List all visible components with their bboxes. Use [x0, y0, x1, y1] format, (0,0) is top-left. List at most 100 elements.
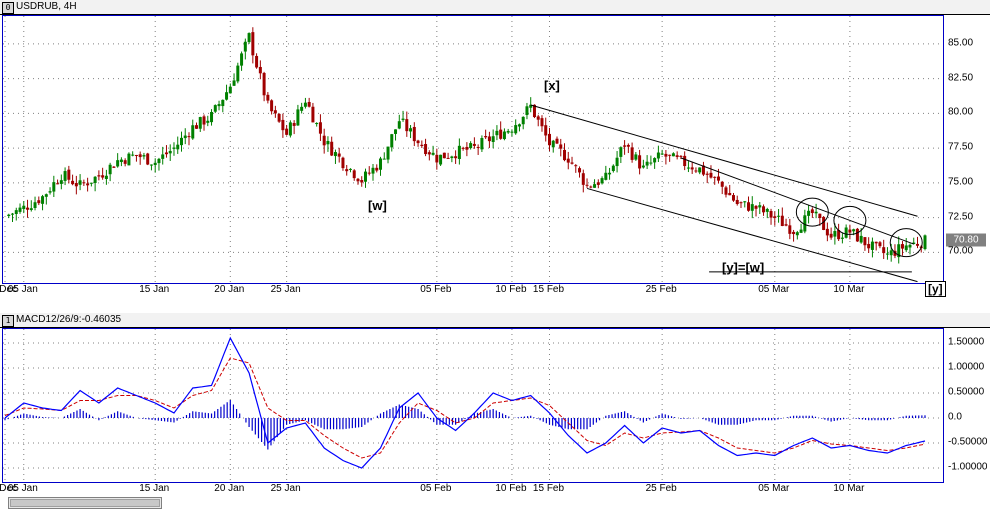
candle-body — [450, 156, 454, 159]
macd-x-tick-label: 05 Jan — [7, 483, 38, 494]
candle-body — [273, 110, 277, 114]
price-x-tick-label: 20 Jan — [214, 284, 245, 295]
candle-body — [337, 153, 341, 157]
candle-body — [104, 175, 108, 179]
candle-body — [52, 182, 56, 192]
candle-body — [153, 162, 157, 166]
candle-body — [784, 224, 788, 226]
candle-body — [307, 101, 311, 107]
candle-body — [333, 152, 337, 157]
candle-body — [604, 172, 608, 180]
price-x-tick-label: 15 Jan — [139, 284, 170, 295]
candle-body — [750, 204, 754, 211]
macd-x-tick-label: 20 Jan — [214, 483, 245, 494]
price-pane-toggle-button[interactable]: 0 — [2, 2, 14, 14]
candle-body — [859, 235, 863, 243]
candle-body — [720, 181, 724, 187]
candle-body — [371, 167, 375, 174]
candle-body — [675, 155, 679, 157]
macd-x-tick-label: 05 Feb — [420, 483, 452, 494]
candle-body — [161, 154, 165, 159]
candle-body — [589, 186, 593, 188]
candle-body — [382, 158, 386, 160]
wave-y-equals-w-label: [y]=[w] — [722, 260, 765, 275]
candle-body — [623, 145, 627, 147]
candle-body — [664, 153, 668, 157]
macd-pane-header: 1 MACD12/26/9:-0.46035 — [0, 313, 990, 328]
candle-body — [454, 156, 458, 159]
candle-body — [499, 129, 503, 139]
candle-body — [716, 176, 720, 181]
price-y-tick-label: 70.00 — [948, 245, 974, 257]
candle-body — [743, 201, 747, 203]
candle-body — [311, 106, 315, 123]
candle-body — [728, 192, 732, 196]
candle-body — [840, 237, 844, 239]
candle-body — [112, 166, 116, 168]
candle-body — [59, 180, 63, 184]
macd-x-tick-label: 15 Feb — [532, 483, 565, 494]
candle-body — [863, 237, 867, 246]
candle-body — [67, 169, 71, 180]
price-y-tick-label: 72.50 — [948, 211, 974, 223]
chart-scrollbar[interactable] — [8, 497, 162, 509]
candle-body — [649, 162, 653, 164]
candle-body — [236, 65, 240, 82]
candle-body — [74, 183, 78, 187]
price-y-tick-label: 82.50 — [948, 72, 974, 84]
candle-body — [765, 208, 769, 212]
macd-y-axis: 1.50000 1.00000 0.50000 0.0 -0.50000 -1.00000 — [944, 328, 990, 481]
scrollbar-thumb[interactable] — [10, 499, 160, 507]
candle-body — [540, 118, 544, 127]
candle-body — [626, 144, 630, 147]
candle-body — [409, 128, 413, 132]
candle-body — [210, 111, 214, 123]
candle-body — [574, 165, 578, 167]
candle-body — [41, 196, 45, 204]
candle-body — [89, 182, 93, 184]
candle-body — [424, 143, 428, 155]
candle-body — [833, 231, 837, 237]
candle-body — [495, 130, 499, 136]
candle-body — [885, 253, 889, 255]
candle-body — [698, 167, 702, 173]
candle-body — [769, 210, 773, 218]
candle-body — [484, 136, 488, 138]
candle-body — [176, 144, 180, 150]
candle-body — [116, 160, 120, 167]
macd-y-tick-label: 0.50000 — [948, 386, 985, 398]
macd-pane-toggle-button[interactable]: 1 — [2, 315, 14, 327]
candle-body — [908, 244, 912, 248]
macd-x-tick-label: 25 Jan — [270, 483, 301, 494]
candle-body — [641, 165, 645, 168]
candle-body — [810, 209, 814, 214]
macd-x-tick-label: 05 Mar — [758, 483, 790, 494]
macd-x-axis: 0 Dec05 Jan15 Jan20 Jan25 Jan05 Feb10 Fe… — [0, 482, 942, 496]
candle-body — [146, 153, 150, 165]
candle-body — [296, 109, 300, 126]
candle-body — [773, 216, 777, 218]
candle-body — [788, 225, 792, 234]
candle-body — [923, 235, 927, 250]
candle-body — [168, 150, 172, 154]
macd-x-tick-label: 25 Feb — [645, 483, 677, 494]
candle-body — [469, 143, 473, 149]
candle-body — [22, 205, 26, 210]
candle-body — [878, 242, 882, 247]
candle-body — [18, 207, 22, 212]
macd-pane: 1 MACD12/26/9:-0.46035 1.50000 1.00000 0.5… — [0, 313, 990, 495]
candle-body — [360, 180, 364, 183]
candle-body — [694, 170, 698, 172]
candle-body — [521, 116, 525, 125]
candle-body — [416, 140, 420, 144]
candle-body — [138, 154, 142, 158]
macd-plot-area[interactable] — [2, 328, 944, 483]
candle-body — [510, 131, 514, 133]
candle-body — [225, 92, 229, 100]
candle-body — [608, 172, 612, 175]
price-plot-area[interactable] — [2, 15, 944, 284]
candle-body — [390, 134, 394, 148]
candle-body — [394, 129, 398, 134]
candle-body — [600, 178, 604, 184]
candle-body — [792, 231, 796, 235]
